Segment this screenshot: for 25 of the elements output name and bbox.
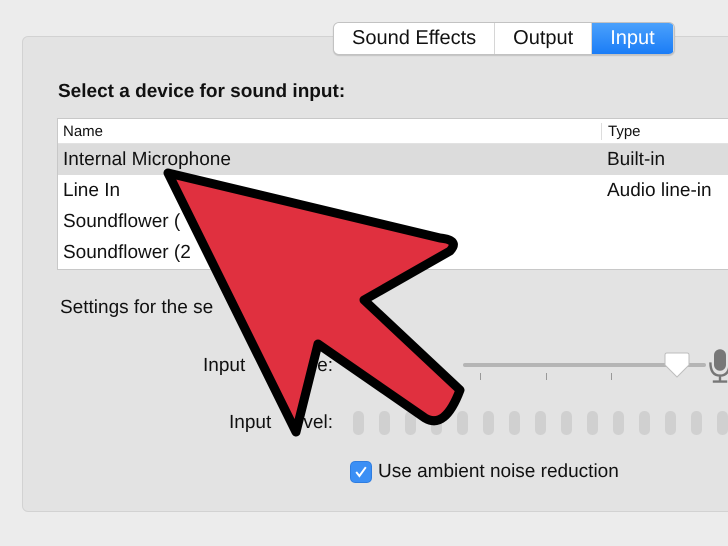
slider-thumb[interactable] xyxy=(664,351,690,379)
device-row[interactable]: Line In Audio line-in xyxy=(58,175,728,206)
device-row[interactable]: Internal Microphone Built-in xyxy=(58,144,728,175)
checkmark-icon xyxy=(353,464,369,480)
device-type: Audio line-in xyxy=(606,180,712,202)
section-heading: Settings for the se xyxy=(60,297,214,319)
input-level-label: Input xyxy=(229,412,272,434)
section-heading: Select a device for sound input: xyxy=(58,81,346,103)
device-name: Soundflower ( xyxy=(62,210,182,232)
device-type: Built-in xyxy=(606,148,666,170)
input-volume-label: e: xyxy=(317,355,333,377)
checkbox-label: Use ambient noise reduction xyxy=(378,461,619,483)
device-row[interactable]: Soundflower ( xyxy=(58,206,728,237)
device-row[interactable]: Soundflower (2 xyxy=(58,237,728,268)
device-name: Internal Microphone xyxy=(62,148,232,170)
device-name: Line In xyxy=(62,180,122,202)
tab[interactable]: Sound Effects xyxy=(334,23,496,54)
device-name: Soundflower (2 xyxy=(62,242,192,264)
column-header[interactable]: Name xyxy=(58,122,602,140)
column-header[interactable]: Type xyxy=(602,122,641,140)
microphone-icon xyxy=(708,347,728,385)
checkbox[interactable] xyxy=(350,461,372,483)
tab[interactable]: Output xyxy=(495,23,592,54)
input-volume-label: Input xyxy=(203,355,246,377)
input-level-label: vel: xyxy=(303,412,333,434)
